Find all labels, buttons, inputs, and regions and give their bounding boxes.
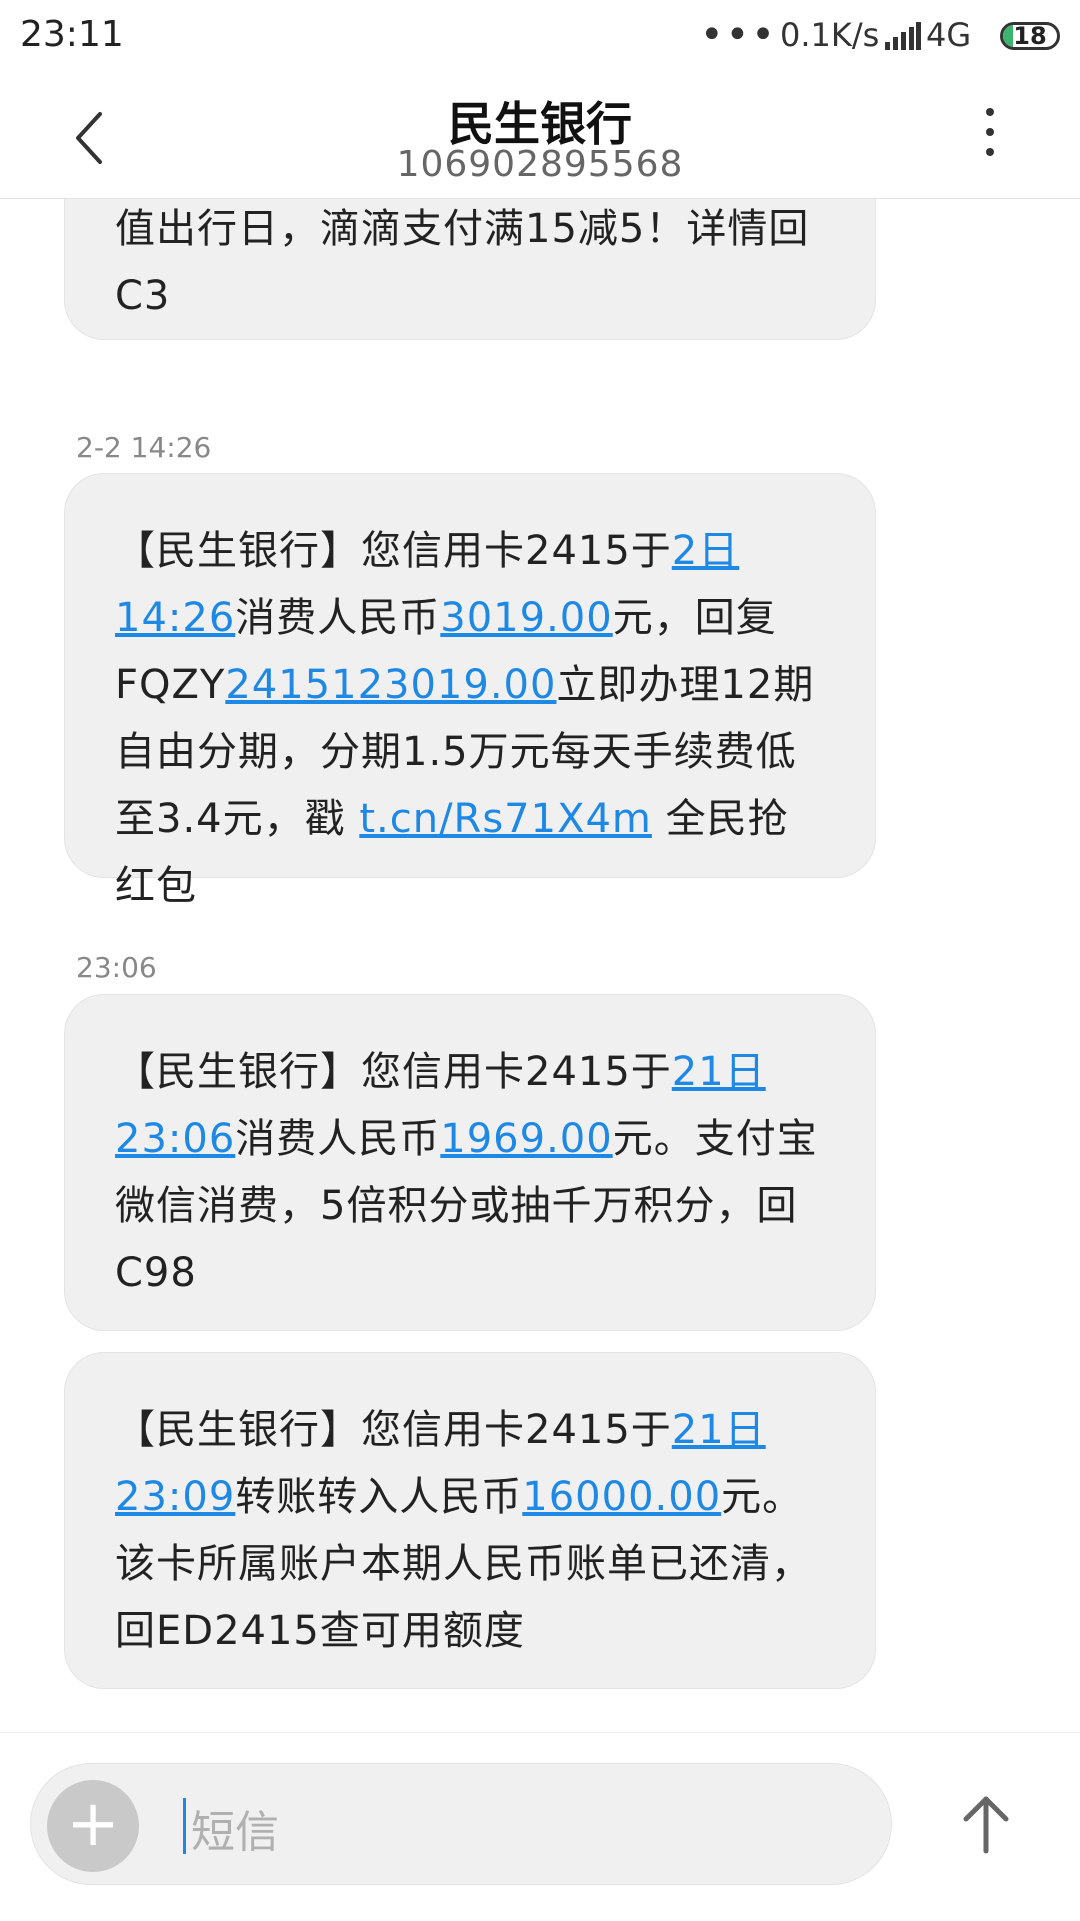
- message-list[interactable]: 17:21消费人民币1480.00元。周一超值出行日，滴滴支付满15减5！详情回…: [0, 198, 1080, 1732]
- message-bubble[interactable]: 【民生银行】您信用卡2415于2日 14:26消费人民币3019.00元，回复F…: [64, 473, 876, 909]
- message-link[interactable]: 21日: [672, 1407, 766, 1453]
- message-bubble[interactable]: 【民生银行】您信用卡2415于21日 23:09转账转入人民币16000.00元…: [64, 1352, 876, 1689]
- composer: + 短信: [0, 1732, 1080, 1921]
- status-time: 23:11: [20, 14, 124, 55]
- message-link[interactable]: 16000.00: [522, 1474, 721, 1520]
- more-options-icon[interactable]: [978, 108, 1002, 168]
- message-text: 消费人民币: [235, 1116, 441, 1162]
- message-text: 【民生银行】您信用卡2415于: [115, 1407, 672, 1453]
- message-text: 【民生银行】您信用卡2415于: [115, 1049, 672, 1095]
- notification-dots-icon: •••: [700, 12, 777, 58]
- message-bubble[interactable]: 17:21消费人民币1480.00元。周一超值出行日，滴滴支付满15减5！详情回…: [64, 198, 876, 340]
- message-link[interactable]: 23:09: [115, 1474, 235, 1520]
- message-text: 超值出行日，滴滴支付满15减5！详情回C3: [115, 206, 810, 319]
- conversation-header: 民生银行 106902895568: [0, 80, 1080, 199]
- message-link[interactable]: 21日: [672, 1049, 766, 1095]
- message-text: 转账转入人民币: [235, 1474, 523, 1520]
- message-link[interactable]: 2415123019.00: [225, 662, 556, 708]
- message-timestamp: 2-2 14:26: [76, 431, 212, 464]
- battery-icon: 18: [1000, 22, 1060, 50]
- network-type: 4G: [926, 16, 972, 54]
- message-link[interactable]: 3019.00: [440, 595, 612, 641]
- message-link[interactable]: t.cn/Rs71X4m: [359, 796, 652, 842]
- contact-number: 106902895568: [396, 144, 684, 185]
- message-link[interactable]: 2日: [672, 528, 739, 574]
- text-caret: [183, 1798, 186, 1854]
- network-rate: 0.1K/s: [780, 16, 880, 54]
- message-input[interactable]: + 短信: [30, 1763, 892, 1885]
- signal-icon: [885, 22, 921, 50]
- message-placeholder: 短信: [191, 1807, 279, 1858]
- status-bar: 23:11 ••• 0.1K/s 4G 18: [0, 0, 1080, 80]
- message-link[interactable]: 23:06: [115, 1116, 235, 1162]
- message-text: 消费人民币: [235, 595, 441, 641]
- battery-level: 18: [1013, 22, 1047, 50]
- attach-plus-button[interactable]: +: [47, 1780, 139, 1872]
- message-timestamp: 23:06: [76, 951, 157, 984]
- send-arrow-icon[interactable]: [958, 1791, 1014, 1855]
- message-link[interactable]: 1969.00: [440, 1116, 612, 1162]
- message-bubble[interactable]: 【民生银行】您信用卡2415于21日 23:06消费人民币1969.00元。支付…: [64, 994, 876, 1331]
- message-link[interactable]: 14:26: [115, 595, 235, 641]
- message-text: 【民生银行】您信用卡2415于: [115, 528, 672, 574]
